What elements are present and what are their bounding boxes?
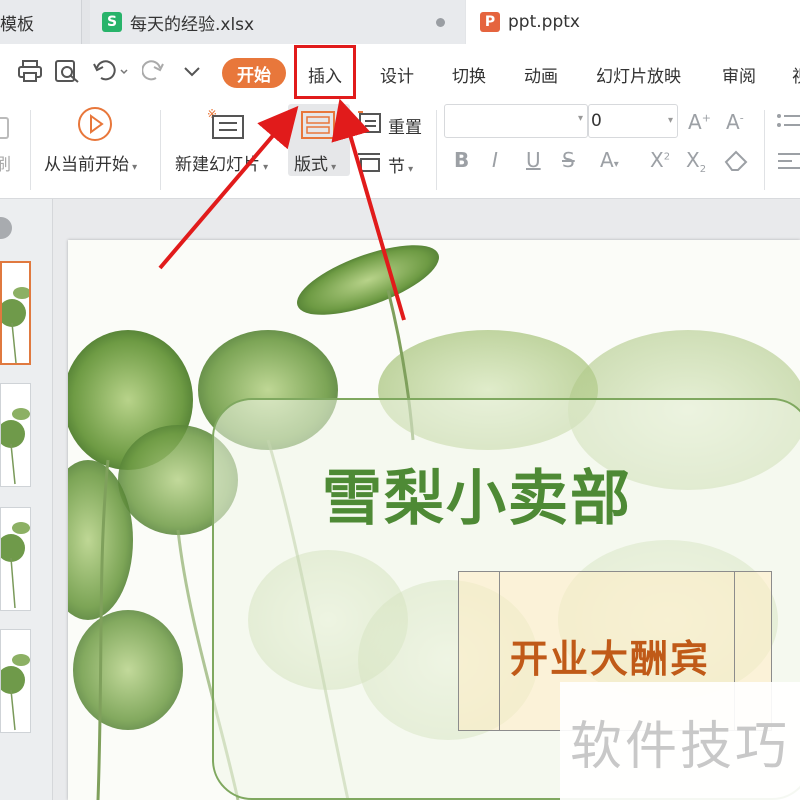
layout-label-wrap: 版式 ▾ — [294, 155, 337, 175]
tab-view[interactable]: 视 — [792, 62, 800, 87]
font-name-input[interactable]: ▾ — [444, 104, 588, 138]
bold-icon[interactable]: B — [454, 148, 469, 172]
slide-thumbnail[interactable] — [0, 383, 31, 487]
tab-animation[interactable]: 动画 — [524, 62, 558, 87]
slide-subtitle[interactable]: 开业大酬宾 — [510, 628, 710, 683]
new-slide-button[interactable]: 新建幻灯片 ▾ — [175, 150, 268, 175]
slide-thumbnail[interactable] — [0, 261, 31, 365]
open-icon[interactable] — [0, 60, 10, 85]
print-preview-icon[interactable] — [55, 60, 81, 89]
tab-pptx-label: ppt.pptx — [508, 12, 580, 32]
strikethrough-icon[interactable]: S — [562, 148, 575, 172]
slide-thumbnail-panel — [0, 199, 53, 800]
spreadsheet-icon: S — [102, 12, 122, 32]
tab-template[interactable]: 模板 — [0, 0, 82, 44]
underline-icon[interactable]: U — [526, 148, 541, 172]
increase-font-icon[interactable]: A+ — [688, 110, 711, 134]
align-left-icon[interactable] — [776, 150, 800, 176]
undo-icon[interactable] — [93, 60, 129, 87]
redo-icon[interactable] — [141, 60, 164, 87]
document-tab-bar: 模板 S 每天的经验.xlsx P ppt.pptx — [0, 0, 800, 44]
format-painter-icon[interactable] — [0, 112, 12, 146]
font-size-value: 0 — [591, 111, 602, 131]
ribbon-divider — [436, 110, 437, 190]
ribbon-divider — [764, 110, 765, 190]
clear-format-icon[interactable] — [722, 148, 750, 176]
chevron-down-icon[interactable]: ▾ — [668, 105, 673, 137]
new-slide-label: 新建幻灯片 — [175, 155, 260, 175]
table-divider — [499, 572, 500, 730]
layout-button[interactable]: 版式 ▾ — [288, 104, 350, 176]
play-from-current-button[interactable]: 从当前开始 ▾ — [44, 150, 137, 175]
layout-icon — [301, 111, 335, 139]
font-color-icon[interactable]: A▾ — [600, 148, 619, 172]
reset-icon[interactable] — [356, 110, 382, 138]
watermark: 软件技巧 — [560, 682, 800, 800]
slide-thumbnail[interactable] — [0, 507, 31, 611]
unsaved-dot-icon — [436, 18, 445, 27]
slide-thumbnail[interactable] — [0, 629, 31, 733]
tab-pptx[interactable]: P ppt.pptx — [466, 0, 800, 44]
reset-button[interactable]: 重置 — [388, 113, 422, 138]
bullets-icon[interactable] — [776, 110, 800, 138]
tab-start[interactable]: 开始 — [222, 58, 286, 88]
decrease-font-icon[interactable]: A- — [726, 110, 744, 134]
highlight-box-insert — [294, 45, 356, 99]
tab-review[interactable]: 审阅 — [722, 62, 756, 87]
slide-title[interactable]: 雪梨小卖部 — [322, 450, 632, 537]
format-painter-label: 刷 — [0, 155, 11, 175]
tab-xlsx-label: 每天的经验.xlsx — [130, 14, 255, 35]
ribbon-divider — [160, 110, 161, 190]
tab-xlsx[interactable]: S 每天的经验.xlsx — [90, 0, 465, 44]
font-size-input[interactable]: 0 ▾ — [588, 104, 678, 138]
section-button[interactable]: 节 ▾ — [388, 152, 413, 177]
customize-toolbar-icon[interactable] — [182, 60, 202, 87]
subscript-icon[interactable]: X2 — [686, 148, 706, 175]
play-from-current-label: 从当前开始 — [44, 155, 129, 175]
play-from-current-icon[interactable] — [76, 105, 114, 147]
chevron-down-icon[interactable]: ▾ — [578, 113, 583, 124]
panel-toggle-icon[interactable] — [0, 217, 12, 239]
tab-transition[interactable]: 切换 — [452, 62, 486, 87]
tab-slideshow[interactable]: 幻灯片放映 — [596, 62, 681, 87]
ribbon-divider — [30, 110, 31, 190]
print-icon[interactable] — [18, 60, 42, 87]
tab-design[interactable]: 设计 — [380, 62, 414, 87]
new-slide-icon[interactable]: ※ — [207, 107, 247, 144]
superscript-icon[interactable]: X2 — [650, 148, 670, 172]
presentation-icon: P — [480, 12, 500, 32]
section-label: 节 — [388, 157, 405, 177]
italic-icon[interactable]: I — [492, 148, 498, 172]
tab-template-label: 模板 — [0, 14, 34, 35]
layout-label: 版式 — [294, 155, 328, 175]
section-icon[interactable] — [356, 150, 382, 178]
